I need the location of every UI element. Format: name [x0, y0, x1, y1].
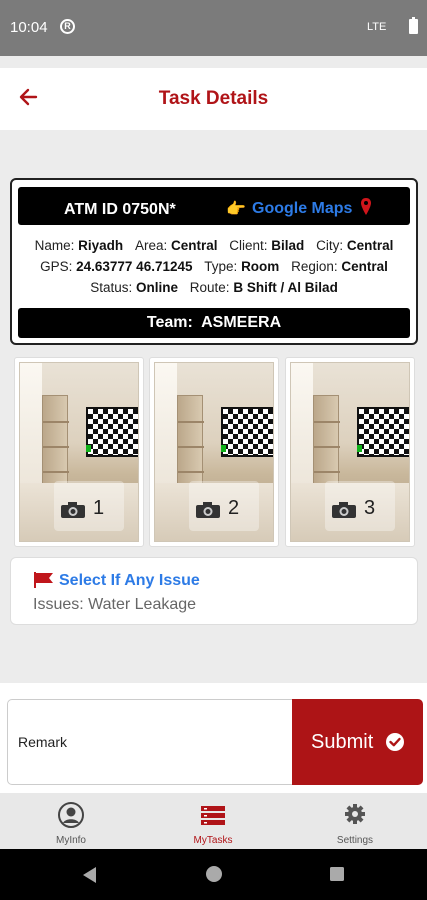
camera-icon — [332, 502, 356, 518]
gps-value: 24.63777 46.71245 — [76, 259, 193, 274]
name-key: Name: — [34, 238, 75, 253]
remark-panel: Submit — [0, 683, 427, 793]
team-bar: Team: ASMEERA — [18, 308, 410, 338]
nav-label: MyInfo — [55, 835, 86, 846]
room-photo: 2 — [154, 362, 274, 542]
status-key: Status: — [90, 280, 133, 295]
select-issue-link[interactable]: Select If Any Issue — [59, 572, 200, 590]
area-value: Central — [170, 238, 218, 253]
nav-label: MyTasks — [193, 835, 233, 846]
map-pin-icon[interactable] — [360, 197, 372, 217]
route-key: Route: — [189, 280, 230, 295]
city-key: City: — [316, 238, 344, 253]
region-value: Central — [341, 259, 388, 274]
status-time: 10:04 — [10, 19, 48, 36]
system-nav-bar — [0, 849, 427, 900]
user-circle-icon — [58, 802, 84, 828]
check-circle-icon — [386, 733, 404, 751]
client-value: Bilad — [271, 238, 305, 253]
recents-square-icon[interactable] — [329, 866, 345, 882]
room-photo: 1 — [19, 362, 139, 542]
type-key: Type: — [204, 259, 238, 274]
app-bar: Task Details — [0, 68, 427, 130]
photo-number: 1 — [93, 497, 105, 519]
route-value: B Shift / Al Bilad — [233, 280, 338, 295]
google-maps-link[interactable]: Google Maps — [252, 200, 352, 218]
region-key: Region: — [291, 259, 338, 274]
info-row-2: GPS: 24.63777 46.71245 Type: Room Region… — [12, 259, 416, 274]
gps-key: GPS: — [40, 259, 73, 274]
photo-slot-3[interactable]: 3 — [285, 357, 415, 547]
name-value: Riyadh — [78, 238, 124, 253]
home-circle-icon[interactable] — [205, 865, 223, 883]
submit-label: Submit — [311, 731, 374, 753]
photo-number: 3 — [364, 497, 376, 519]
team-value: ASMEERA — [201, 314, 282, 331]
issue-card[interactable]: Select If Any Issue Issues: Water Leakag… — [10, 557, 418, 625]
camera-icon — [196, 502, 220, 518]
nav-mytasks[interactable]: MyTasks — [142, 793, 284, 849]
type-value: Room — [241, 259, 280, 274]
info-row-1: Name: Riyadh Area: Central Client: Bilad… — [12, 238, 416, 253]
battery-icon — [409, 17, 418, 34]
gear-icon — [345, 804, 365, 824]
info-row-3: Status: Online Route: B Shift / Al Bilad — [12, 280, 416, 295]
tasks-icon — [201, 806, 225, 825]
room-photo: 3 — [290, 362, 410, 542]
nav-label: Settings — [336, 835, 374, 846]
page-title: Task Details — [158, 88, 269, 109]
client-key: Client: — [229, 238, 268, 253]
sync-icon: R — [60, 19, 75, 34]
camera-icon — [61, 502, 85, 518]
remark-input[interactable] — [7, 699, 293, 785]
issues-text: Issues: Water Leakage — [33, 596, 197, 613]
photo-number: 2 — [228, 497, 240, 519]
photo-slot-2[interactable]: 2 — [149, 357, 279, 547]
status-value: Online — [135, 280, 178, 295]
network-type: LTE — [367, 21, 387, 33]
flag-icon — [34, 572, 53, 588]
back-triangle-icon[interactable] — [80, 865, 98, 885]
nav-settings[interactable]: Settings — [284, 793, 426, 849]
city-value: Central — [346, 238, 394, 253]
atm-info-card: ATM ID 0750N* 👉 Google Maps Name: Riyadh… — [10, 178, 418, 345]
pointing-hand-icon: 👉 — [226, 201, 246, 218]
area-key: Area: — [134, 238, 168, 253]
bottom-nav: MyInfo MyTasks Settings — [0, 793, 427, 849]
team-key: Team: — [146, 314, 193, 331]
status-bar: 10:04 R LTE — [0, 0, 427, 56]
photo-slot-1[interactable]: 1 — [14, 357, 144, 547]
submit-button[interactable]: Submit — [292, 699, 423, 785]
atm-header-bar: ATM ID 0750N* 👉 Google Maps — [18, 187, 410, 225]
atm-id: ATM ID 0750N* — [64, 201, 176, 218]
nav-myinfo[interactable]: MyInfo — [0, 793, 142, 849]
